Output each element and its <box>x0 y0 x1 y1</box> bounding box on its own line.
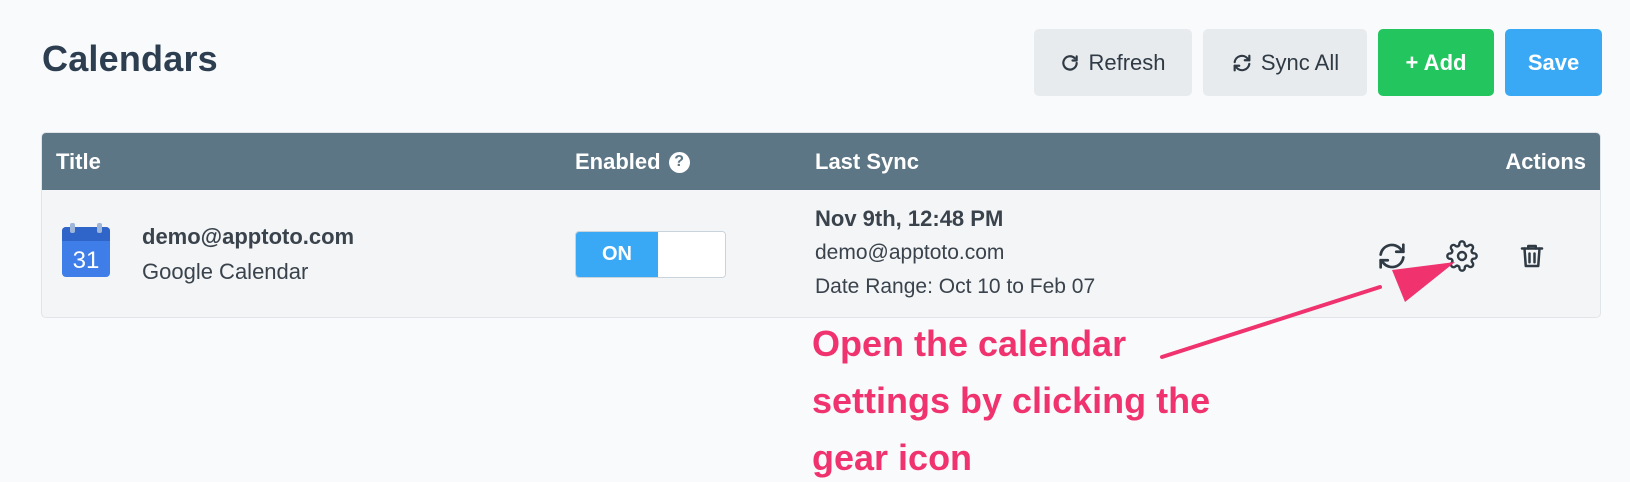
gear-icon[interactable] <box>1442 236 1482 276</box>
column-last-sync: Last Sync <box>815 149 919 174</box>
annotation-text: Open the calendar settings by clicking t… <box>812 323 1211 478</box>
sync-icon <box>1231 52 1253 74</box>
enabled-toggle[interactable]: ON <box>575 231 726 278</box>
calendars-page: Calendars Refresh Sync All + Add Save Ti… <box>0 0 1630 482</box>
toggle-on-label: ON <box>576 232 658 277</box>
table-header: Title Enabled ? Last Sync Actions <box>42 133 1600 190</box>
column-actions: Actions <box>1505 149 1586 174</box>
column-enabled: Enabled ? <box>575 149 690 175</box>
calendar-type: Google Calendar <box>142 259 309 284</box>
date-range: Date Range: Oct 10 to Feb 07 <box>815 275 1096 298</box>
refresh-label: Refresh <box>1088 49 1166 75</box>
sync-all-label: Sync All <box>1260 49 1340 75</box>
toolbar: Refresh Sync All + Add Save <box>1034 29 1602 96</box>
page-title: Calendars <box>42 38 218 79</box>
table-row: 31 demo@apptoto.com Google Calendar ON N… <box>42 190 1600 317</box>
column-title: Title <box>56 149 101 174</box>
last-sync-account: demo@apptoto.com <box>815 241 1005 264</box>
save-button[interactable]: Save <box>1505 29 1602 96</box>
column-enabled-label: Enabled <box>575 149 661 174</box>
add-button[interactable]: + Add <box>1378 29 1494 96</box>
google-calendar-icon: 31 <box>60 223 112 279</box>
sync-icon[interactable] <box>1372 236 1412 276</box>
refresh-icon <box>1060 53 1080 73</box>
trash-icon[interactable] <box>1512 236 1552 276</box>
toggle-knob <box>658 232 725 277</box>
help-icon[interactable]: ? <box>668 151 690 173</box>
calendar-day-number: 31 <box>73 247 100 274</box>
refresh-button[interactable]: Refresh <box>1034 29 1192 96</box>
calendar-name: demo@apptoto.com <box>142 224 355 249</box>
calendars-table: Title Enabled ? Last Sync Actions 31 dem… <box>41 132 1601 318</box>
last-sync-date: Nov 9th, 12:48 PM <box>815 206 1004 231</box>
sync-all-button[interactable]: Sync All <box>1203 29 1367 96</box>
